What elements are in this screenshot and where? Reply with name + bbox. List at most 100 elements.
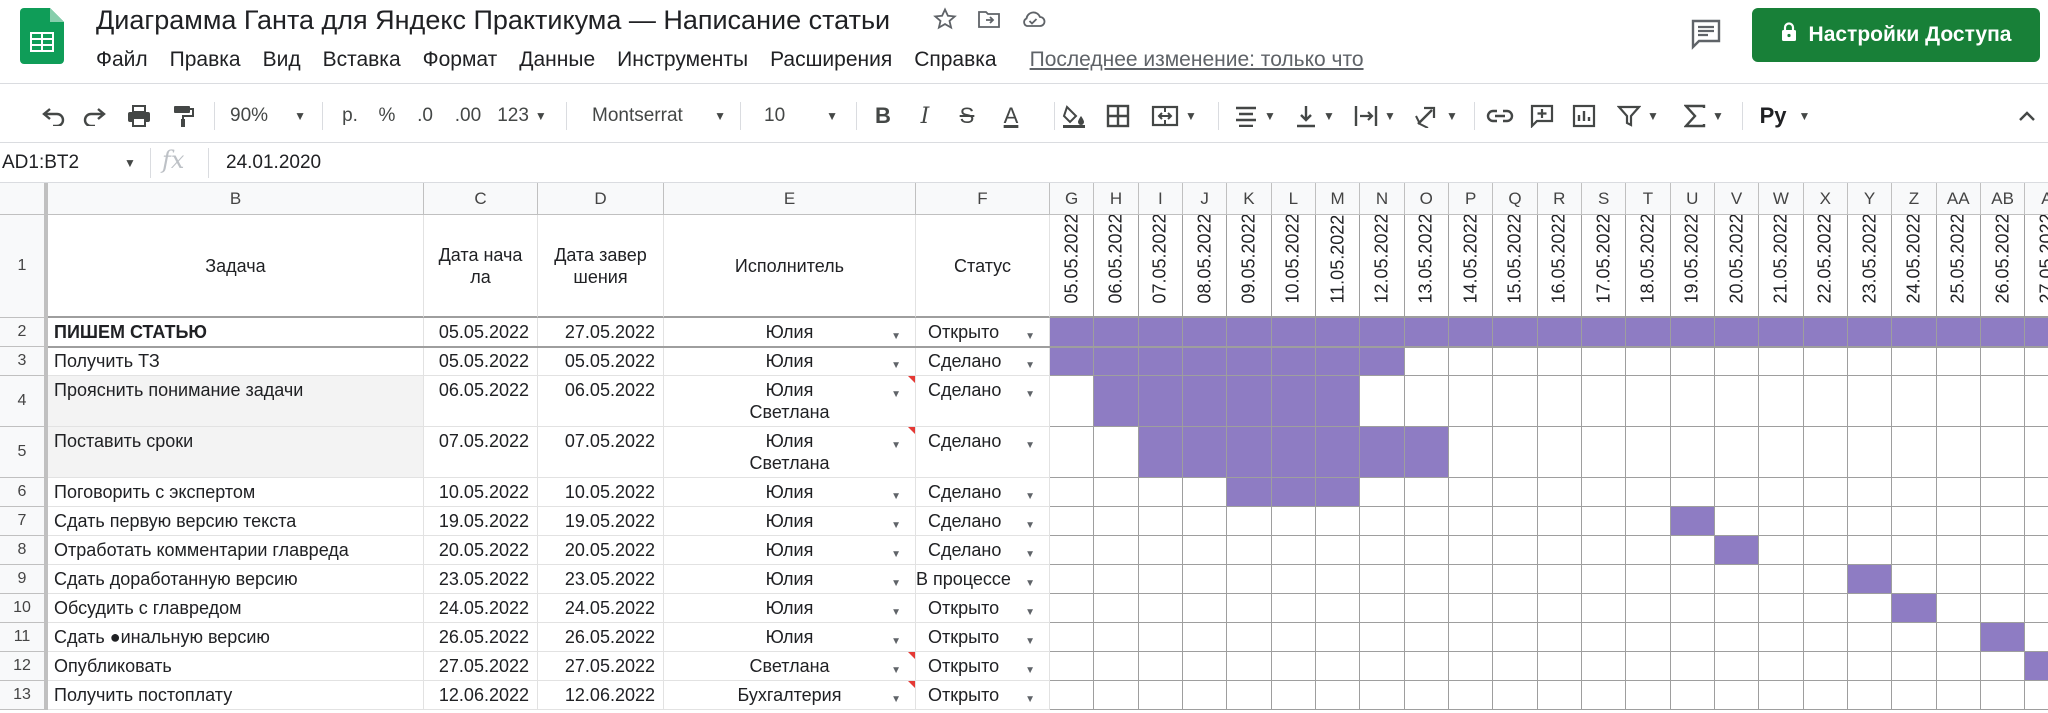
gantt-empty-cell[interactable] <box>1803 507 1848 536</box>
column-header-t[interactable]: T <box>1626 183 1671 215</box>
executor-cell[interactable]: Юлия ▼ <box>664 507 916 536</box>
gantt-empty-cell[interactable] <box>1493 376 1538 427</box>
row-header-7[interactable]: 7 <box>0 507 48 536</box>
start-date-cell[interactable]: 24.05.2022 <box>424 594 538 623</box>
gantt-bar-cell[interactable] <box>1670 318 1715 347</box>
gantt-empty-cell[interactable] <box>1404 347 1449 376</box>
gantt-empty-cell[interactable] <box>1714 652 1760 681</box>
gantt-empty-cell[interactable] <box>1803 681 1848 710</box>
menu-edit[interactable]: Правка <box>170 46 241 74</box>
task-name-cell[interactable]: Сдать ●инальную версию <box>48 623 424 652</box>
gantt-empty-cell[interactable] <box>1050 427 1095 478</box>
gantt-bar-cell[interactable] <box>1094 347 1139 376</box>
gantt-empty-cell[interactable] <box>1581 478 1627 507</box>
task-name-cell[interactable]: Получить ТЗ <box>48 347 424 376</box>
gantt-empty-cell[interactable] <box>1537 536 1582 565</box>
gantt-empty-cell[interactable] <box>1315 536 1361 565</box>
gantt-empty-cell[interactable] <box>1892 623 1937 652</box>
gantt-empty-cell[interactable] <box>1182 623 1228 652</box>
gantt-empty-cell[interactable] <box>1448 623 1494 652</box>
gantt-empty-cell[interactable] <box>1537 594 1582 623</box>
dropdown-arrow-icon[interactable]: ▼ <box>891 544 901 564</box>
vertical-align-icon[interactable]: ▼ <box>1288 96 1342 136</box>
name-box[interactable]: AD1:BT2 <box>0 150 140 176</box>
gantt-empty-cell[interactable] <box>1404 536 1449 565</box>
gantt-bar-cell[interactable] <box>1271 376 1316 427</box>
executor-cell[interactable]: Юлия ▼ <box>664 594 916 623</box>
gantt-empty-cell[interactable] <box>1271 681 1316 710</box>
gantt-empty-cell[interactable] <box>1271 623 1316 652</box>
gantt-empty-cell[interactable] <box>1980 565 2026 594</box>
gantt-empty-cell[interactable] <box>1227 594 1272 623</box>
status-cell[interactable]: Сделано ▼ <box>916 347 1050 376</box>
gantt-empty-cell[interactable] <box>1759 565 1804 594</box>
gantt-empty-cell[interactable] <box>1493 536 1538 565</box>
gantt-empty-cell[interactable] <box>1980 427 2026 478</box>
gantt-empty-cell[interactable] <box>1094 427 1139 478</box>
gantt-empty-cell[interactable] <box>1936 594 1981 623</box>
insert-comment-icon[interactable] <box>1524 96 1560 136</box>
column-header-v[interactable]: V <box>1714 183 1760 215</box>
end-date-cell[interactable]: 07.05.2022 <box>538 427 664 478</box>
status-cell[interactable]: Открыто ▼ <box>916 318 1050 347</box>
gantt-empty-cell[interactable] <box>1448 652 1494 681</box>
end-date-cell[interactable]: 05.05.2022 <box>538 347 664 376</box>
dropdown-arrow-icon[interactable]: ▼ <box>1025 544 1035 564</box>
gantt-empty-cell[interactable] <box>1360 652 1405 681</box>
gantt-bar-cell[interactable] <box>1050 347 1095 376</box>
dropdown-arrow-icon[interactable]: ▼ <box>1025 515 1035 535</box>
gantt-empty-cell[interactable] <box>1094 594 1139 623</box>
menu-help[interactable]: Справка <box>914 46 996 74</box>
dropdown-arrow-icon[interactable]: ▼ <box>891 573 901 593</box>
gantt-empty-cell[interactable] <box>1448 594 1494 623</box>
gantt-empty-cell[interactable] <box>1094 478 1139 507</box>
dropdown-arrow-icon[interactable]: ▼ <box>891 435 901 457</box>
dropdown-arrow-icon[interactable]: ▼ <box>1025 689 1035 709</box>
gantt-empty-cell[interactable] <box>2025 507 2048 536</box>
column-header-n[interactable]: N <box>1360 183 1405 215</box>
gantt-bar-cell[interactable] <box>1094 318 1139 347</box>
bold-button[interactable]: B <box>866 96 900 136</box>
gantt-empty-cell[interactable] <box>1094 507 1139 536</box>
gantt-empty-cell[interactable] <box>1936 652 1981 681</box>
gantt-bar-cell[interactable] <box>2025 318 2048 347</box>
gantt-empty-cell[interactable] <box>1847 652 1893 681</box>
gantt-bar-cell[interactable] <box>1892 318 1937 347</box>
gantt-empty-cell[interactable] <box>1714 623 1760 652</box>
column-header-m[interactable]: M <box>1315 183 1361 215</box>
menu-insert[interactable]: Вставка <box>323 46 401 74</box>
column-header-p[interactable]: P <box>1448 183 1494 215</box>
gantt-bar-cell[interactable] <box>1182 376 1228 427</box>
date-header-cell[interactable]: 25.05.2022 <box>1936 215 1981 318</box>
gantt-bar-cell[interactable] <box>1714 318 1760 347</box>
gantt-bar-cell[interactable] <box>1050 318 1095 347</box>
gantt-empty-cell[interactable] <box>1448 478 1494 507</box>
row-header-11[interactable]: 11 <box>0 623 48 652</box>
fill-color-icon[interactable] <box>1056 96 1092 136</box>
executor-cell[interactable]: Юлия Светлана ▼ <box>664 427 916 478</box>
date-header-cell[interactable]: 19.05.2022 <box>1670 215 1715 318</box>
gantt-empty-cell[interactable] <box>1714 427 1760 478</box>
gantt-empty-cell[interactable] <box>1360 376 1405 427</box>
start-date-cell[interactable]: 27.05.2022 <box>424 652 538 681</box>
dropdown-arrow-icon[interactable]: ▼ <box>891 384 901 406</box>
gantt-empty-cell[interactable] <box>1626 594 1671 623</box>
end-date-cell[interactable]: 24.05.2022 <box>538 594 664 623</box>
more-formats-button[interactable]: 123 ▼ <box>492 96 552 136</box>
gantt-empty-cell[interactable] <box>1050 594 1095 623</box>
column-header-j[interactable]: J <box>1182 183 1228 215</box>
start-date-cell[interactable]: 06.05.2022 <box>424 376 538 427</box>
gantt-empty-cell[interactable] <box>1714 681 1760 710</box>
gantt-empty-cell[interactable] <box>1050 376 1095 427</box>
gantt-empty-cell[interactable] <box>1315 652 1361 681</box>
spreadsheet-grid[interactable]: B C D E F G H I J K L M N O P Q R S T U V W X Y Z AA AB A 1 2 3 4 5 6 7 8 9 1… <box>0 183 2048 713</box>
gantt-empty-cell[interactable] <box>1050 681 1095 710</box>
currency-format-button[interactable]: р. <box>334 96 366 136</box>
gantt-empty-cell[interactable] <box>1581 536 1627 565</box>
gantt-empty-cell[interactable] <box>1626 623 1671 652</box>
gantt-empty-cell[interactable] <box>1803 347 1848 376</box>
gantt-empty-cell[interactable] <box>1050 507 1095 536</box>
strikethrough-button[interactable]: S <box>950 96 984 136</box>
gantt-empty-cell[interactable] <box>1404 507 1449 536</box>
date-header-cell[interactable]: 24.05.2022 <box>1892 215 1937 318</box>
